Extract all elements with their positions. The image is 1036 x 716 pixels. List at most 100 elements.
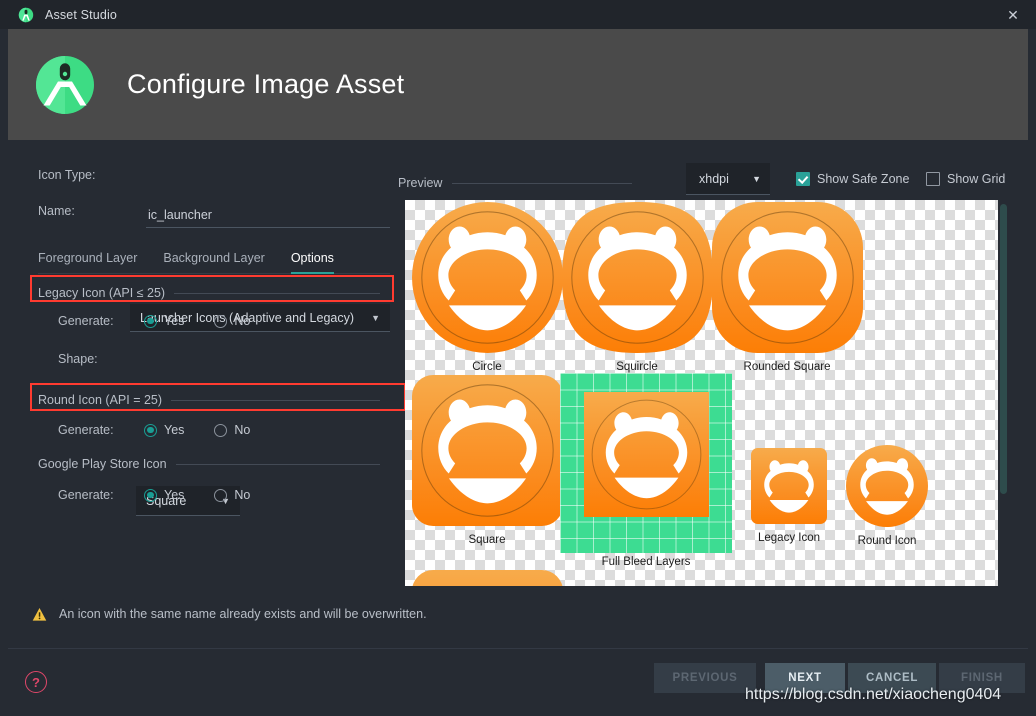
round-generate-radio-group: Yes No: [144, 423, 250, 437]
preview-item-round-icon: Round Icon: [843, 445, 931, 547]
density-value: xhdpi: [699, 171, 729, 186]
play-store-generate-yes-radio[interactable]: Yes: [144, 488, 184, 502]
round-icon-section-header: Round Icon (API = 25): [38, 393, 380, 407]
chevron-down-icon: ▼: [752, 173, 761, 184]
radio-dot-icon: [214, 488, 228, 502]
name-input-value: ic_launcher: [148, 207, 212, 222]
preview-panel: Preview xhdpi ▼ Show Safe Zone Show Grid: [390, 140, 1028, 648]
title-bar: Asset Studio ✕: [0, 0, 1036, 29]
density-select[interactable]: xhdpi ▼: [686, 163, 770, 195]
preview-item-full-bleed-layers: Full Bleed Layers: [560, 373, 736, 568]
checkbox-checked-icon: [796, 172, 810, 186]
android-studio-logo: [34, 54, 96, 116]
legacy-generate-no-label: No: [234, 314, 251, 328]
show-safe-zone-label: Show Safe Zone: [817, 172, 910, 186]
round-icon-section-title: Round Icon (API = 25): [38, 393, 163, 407]
round-generate-yes-radio[interactable]: Yes: [144, 423, 184, 437]
icon-preview-square: [411, 375, 563, 526]
icon-preview-rounded-square: [711, 202, 863, 353]
icon-type-label: Icon Type:: [38, 168, 96, 182]
round-generate-no-label: No: [234, 423, 251, 437]
tab-options[interactable]: Options: [290, 251, 334, 274]
preview-scrollbar-thumb[interactable]: [1000, 204, 1007, 494]
preview-caption-squircle: Squircle: [616, 361, 658, 373]
round-generate-no-radio[interactable]: No: [214, 423, 250, 437]
asset-studio-window: Asset Studio ✕ Configure Image Asset Ico…: [0, 0, 1036, 716]
left-config-panel: Icon Type: Launcher Icons (Adaptive and …: [8, 140, 406, 648]
play-store-generate-no-radio[interactable]: No: [214, 488, 250, 502]
show-grid-label: Show Grid: [947, 172, 1006, 186]
preview-scrollbar-track[interactable]: [998, 200, 1009, 586]
legacy-shape-label: Shape:: [58, 352, 98, 366]
icon-preview-partial: [411, 570, 563, 586]
banner: Configure Image Asset: [8, 29, 1028, 140]
legacy-generate-no-radio[interactable]: No: [214, 314, 250, 328]
legacy-icon-section-header: Legacy Icon (API ≤ 25): [38, 286, 380, 300]
preview-caption-legacy-icon: Legacy Icon: [757, 532, 820, 544]
show-grid-checkbox[interactable]: Show Grid: [926, 172, 1005, 186]
legacy-generate-label-row: Generate:: [58, 314, 114, 328]
legacy-shape-label-row: Shape:: [58, 352, 98, 366]
section-rule: [174, 292, 380, 294]
name-label-row: Name:: [38, 204, 75, 218]
page-title: Configure Image Asset: [127, 69, 405, 99]
icon-preview-circle: [411, 202, 563, 353]
icon-preview-full-bleed: [584, 392, 709, 517]
radio-dot-icon: [144, 423, 157, 437]
name-input[interactable]: ic_launcher: [146, 202, 390, 228]
preview-item-circle: Circle: [407, 202, 567, 373]
name-label: Name:: [38, 204, 75, 218]
icon-preview-legacy: [751, 448, 827, 524]
help-icon[interactable]: ?: [25, 671, 47, 693]
play-store-generate-radio-group: Yes No: [144, 488, 250, 502]
preview-caption-square: Square: [468, 534, 506, 546]
preview-rule: [452, 182, 633, 184]
warning-message: An icon with the same name already exist…: [59, 607, 427, 621]
round-generate-label-row: Generate:: [58, 423, 114, 437]
radio-dot-icon: [144, 488, 157, 502]
play-store-generate-no-label: No: [234, 488, 251, 502]
radio-dot-icon: [214, 314, 228, 328]
round-generate-yes-label: Yes: [164, 423, 185, 437]
preview-caption-round-icon: Round Icon: [857, 535, 917, 547]
radio-dot-icon: [144, 314, 157, 328]
footer-divider: [8, 648, 1028, 649]
preview-item-square: Square: [407, 375, 567, 546]
legacy-generate-yes-label: Yes: [164, 314, 185, 328]
preview-item-squircle: Squircle: [557, 202, 717, 373]
legacy-generate-radio-group: Yes No: [144, 314, 250, 328]
tab-background-layer[interactable]: Background Layer: [163, 251, 264, 274]
play-store-generate-label-row: Generate:: [58, 488, 114, 502]
full-bleed-background: [560, 373, 732, 553]
legacy-generate-label: Generate:: [58, 314, 114, 328]
preview-label: Preview: [398, 176, 443, 190]
layer-tabs: Foreground Layer Background Layer Option…: [38, 244, 390, 274]
play-store-generate-yes-label: Yes: [164, 488, 185, 502]
icon-preview-squircle: [561, 202, 713, 353]
tab-foreground-layer[interactable]: Foreground Layer: [38, 251, 137, 274]
round-generate-label: Generate:: [58, 423, 114, 437]
close-icon[interactable]: ✕: [990, 0, 1036, 29]
window-title: Asset Studio: [45, 7, 117, 22]
previous-button[interactable]: PREVIOUS: [654, 663, 756, 693]
checkbox-unchecked-icon: [926, 172, 940, 186]
play-store-icon-section-title: Google Play Store Icon: [38, 457, 167, 471]
warning-bar: An icon with the same name already exist…: [8, 600, 1028, 628]
android-studio-icon: [18, 7, 34, 23]
chevron-down-icon: ▼: [371, 312, 380, 323]
preview-item-rounded-square: Rounded Square: [707, 202, 867, 373]
dialog-body: Icon Type: Launcher Icons (Adaptive and …: [8, 140, 1028, 648]
show-safe-zone-checkbox[interactable]: Show Safe Zone: [796, 172, 909, 186]
preview-item-partial: [407, 570, 567, 586]
radio-dot-icon: [214, 423, 228, 437]
warning-triangle-icon: [32, 607, 47, 622]
icon-preview-round: [846, 445, 928, 527]
play-store-generate-label: Generate:: [58, 488, 114, 502]
preview-caption-rounded-square: Rounded Square: [743, 361, 831, 373]
icon-type-label-row: Icon Type:: [38, 168, 95, 182]
section-rule: [175, 463, 380, 465]
preview-canvas[interactable]: Circle Squircle Rounded Square Square Fu…: [405, 200, 1009, 586]
play-store-icon-section-header: Google Play Store Icon: [38, 457, 380, 471]
preview-item-legacy-icon: Legacy Icon: [745, 448, 833, 544]
legacy-generate-yes-radio[interactable]: Yes: [144, 314, 184, 328]
